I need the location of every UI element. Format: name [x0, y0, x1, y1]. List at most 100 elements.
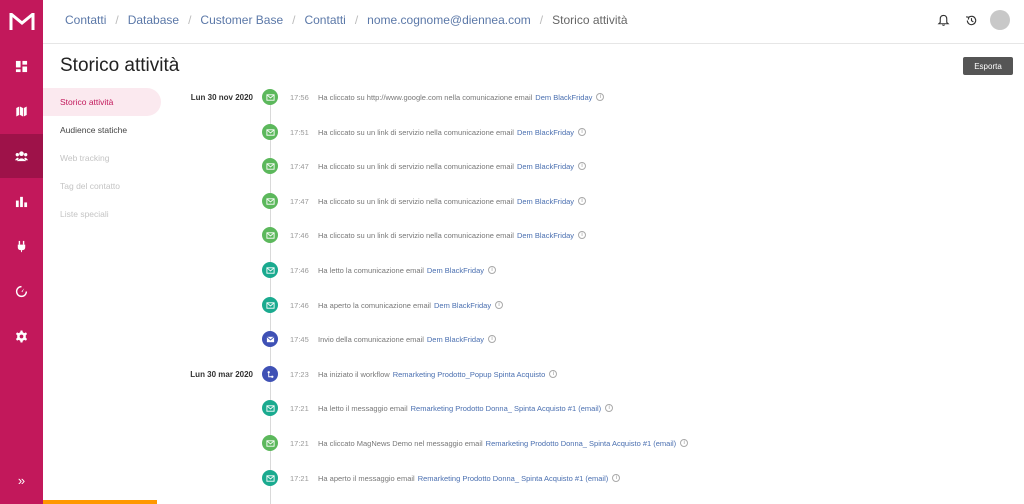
sub-navigation: Storico attività Audience statiche Web tra… — [43, 88, 161, 228]
gear-icon — [15, 329, 28, 343]
event-time: 17:46 — [290, 265, 309, 275]
event-time: 17:21 — [290, 473, 309, 483]
breadcrumb-contatti[interactable]: Contatti — [65, 13, 106, 27]
info-icon[interactable]: i — [612, 474, 621, 482]
user-avatar[interactable] — [990, 10, 1010, 30]
gauge-icon — [15, 285, 28, 297]
event-campaign-link[interactable]: Dem BlackFriday — [427, 266, 484, 275]
top-bar: Contatti / Database / Customer Base / Co… — [43, 0, 1024, 44]
event-description: Ha iniziato il workflow — [318, 369, 390, 379]
breadcrumb-customer-base[interactable]: Customer Base — [200, 13, 283, 27]
notifications-bell-icon[interactable] — [936, 13, 950, 27]
event-description: Ha aperto il messaggio email — [318, 473, 415, 483]
mail-click-icon — [262, 124, 278, 140]
sidebar: » — [0, 0, 43, 504]
brand-logo[interactable] — [0, 0, 43, 44]
people-icon — [15, 150, 28, 161]
event-campaign-link[interactable]: Remarketing Prodotto Donna_ Spinta Acqui… — [486, 439, 677, 448]
breadcrumb-separator: / — [354, 13, 359, 27]
mail-click-icon — [262, 435, 278, 451]
event-campaign-link[interactable]: Dem BlackFriday — [434, 301, 491, 310]
nav-reports[interactable] — [0, 179, 43, 223]
breadcrumb-separator: / — [188, 13, 192, 27]
event-description: Invio della comunicazione email — [318, 334, 424, 344]
event-campaign-link[interactable]: Dem BlackFriday — [517, 162, 574, 171]
event-description: Ha letto la comunicazione email — [318, 265, 424, 275]
event-campaign-link[interactable]: Remarketing Prodotto Donna_ Spinta Acqui… — [411, 404, 602, 413]
bottom-accent-strip — [43, 500, 157, 504]
event-description: Ha cliccato su un link di servizio nella… — [318, 161, 514, 171]
timeline-date: Lun 30 mar 2020 — [190, 370, 253, 379]
mail-send-icon — [262, 331, 278, 347]
info-icon[interactable]: i — [578, 231, 587, 239]
nav-map[interactable] — [0, 89, 43, 133]
info-icon[interactable]: i — [495, 301, 504, 309]
timeline-event: 17:47 Ha cliccato su un link di servizio … — [262, 193, 587, 209]
nav-integrations[interactable] — [0, 224, 43, 268]
info-icon[interactable]: i — [488, 266, 496, 274]
info-icon[interactable]: i — [578, 162, 587, 170]
subnav-item-audience-statiche[interactable]: Audience statiche — [43, 116, 161, 144]
mail-click-icon — [262, 193, 278, 209]
mail-read-icon — [262, 400, 278, 416]
event-description: Ha cliccato su http://www.google.com nel… — [318, 92, 533, 102]
event-description: Ha cliccato su un link di servizio nella… — [318, 196, 514, 206]
top-icons — [922, 10, 1010, 30]
subnav-item-web-tracking: Web tracking — [60, 153, 110, 163]
info-icon[interactable]: i — [680, 439, 689, 447]
event-campaign-link[interactable]: Dem BlackFriday — [427, 335, 484, 344]
event-campaign-link[interactable]: Dem BlackFriday — [517, 231, 574, 240]
event-time: 17:45 — [290, 334, 309, 344]
timeline-event: 17:23 Ha iniziato il workflow Remarketing … — [262, 366, 558, 382]
event-campaign-link[interactable]: Remarketing Prodotto Donna_ Spinta Acqui… — [418, 474, 609, 483]
mail-open-icon — [262, 297, 278, 313]
event-time: 17:21 — [290, 403, 309, 413]
breadcrumb: Contatti / Database / Customer Base / Co… — [65, 13, 628, 27]
plug-icon — [17, 240, 26, 252]
event-campaign-link[interactable]: Dem BlackFriday — [517, 128, 574, 137]
export-button[interactable]: Esporta — [963, 57, 1013, 75]
nav-settings[interactable] — [0, 314, 43, 358]
breadcrumb-contatti-list[interactable]: Contatti — [304, 13, 345, 27]
nav-contacts[interactable] — [0, 134, 43, 178]
info-icon[interactable]: i — [488, 335, 496, 343]
breadcrumb-contact-email[interactable]: nome.cognome@diennea.com — [367, 13, 531, 27]
info-icon[interactable]: i — [549, 370, 558, 378]
event-description: Ha letto il messaggio email — [318, 403, 408, 413]
logo-icon — [9, 13, 34, 30]
info-icon[interactable]: i — [605, 404, 614, 412]
page-title: Storico attività — [60, 55, 180, 76]
info-icon[interactable]: i — [578, 197, 587, 205]
breadcrumb-separator: / — [292, 13, 296, 27]
timeline-event: 17:21 Ha aperto il messaggio email Remarke… — [262, 470, 621, 486]
timeline-event: 17:47 Ha cliccato su un link di servizio … — [262, 158, 587, 174]
timeline-date: Lun 30 nov 2020 — [190, 93, 253, 102]
info-icon[interactable]: i — [596, 93, 605, 101]
info-icon[interactable]: i — [578, 128, 587, 136]
timeline-event: 17:56 Ha cliccato su http://www.google.co… — [262, 89, 605, 105]
event-time: 17:47 — [290, 161, 309, 171]
event-time: 17:23 — [290, 369, 309, 379]
bar-chart-icon — [15, 196, 28, 207]
workflow-icon — [262, 366, 278, 382]
event-campaign-link[interactable]: Remarketing Prodotto_Popup Spinta Acquis… — [393, 370, 546, 379]
history-icon[interactable] — [964, 13, 978, 27]
subnav-item-storico-attivit[interactable]: Storico attività — [43, 88, 161, 116]
nav-performance[interactable] — [0, 269, 43, 313]
nav-dashboard[interactable] — [0, 44, 43, 88]
timeline-event: 17:46 Ha cliccato su un link di servizio … — [262, 227, 587, 243]
event-description: Ha cliccato su un link di servizio nella… — [318, 230, 514, 240]
event-time: 17:21 — [290, 438, 309, 448]
subnav-item-tag-del-contatto: Tag del contatto — [60, 181, 121, 191]
event-campaign-link[interactable]: Dem BlackFriday — [517, 197, 574, 206]
breadcrumb-database[interactable]: Database — [128, 13, 179, 27]
map-icon — [15, 104, 28, 118]
event-time: 17:46 — [290, 230, 309, 240]
mail-read-icon — [262, 262, 278, 278]
event-campaign-link[interactable]: Dem BlackFriday — [535, 93, 592, 102]
timeline-event: 17:45 Invio della comunicazione email Dem … — [262, 331, 496, 347]
event-time: 17:51 — [290, 127, 309, 137]
expand-sidebar-icon[interactable]: » — [0, 466, 43, 494]
mail-open-icon — [262, 470, 278, 486]
mail-click-icon — [262, 89, 278, 105]
